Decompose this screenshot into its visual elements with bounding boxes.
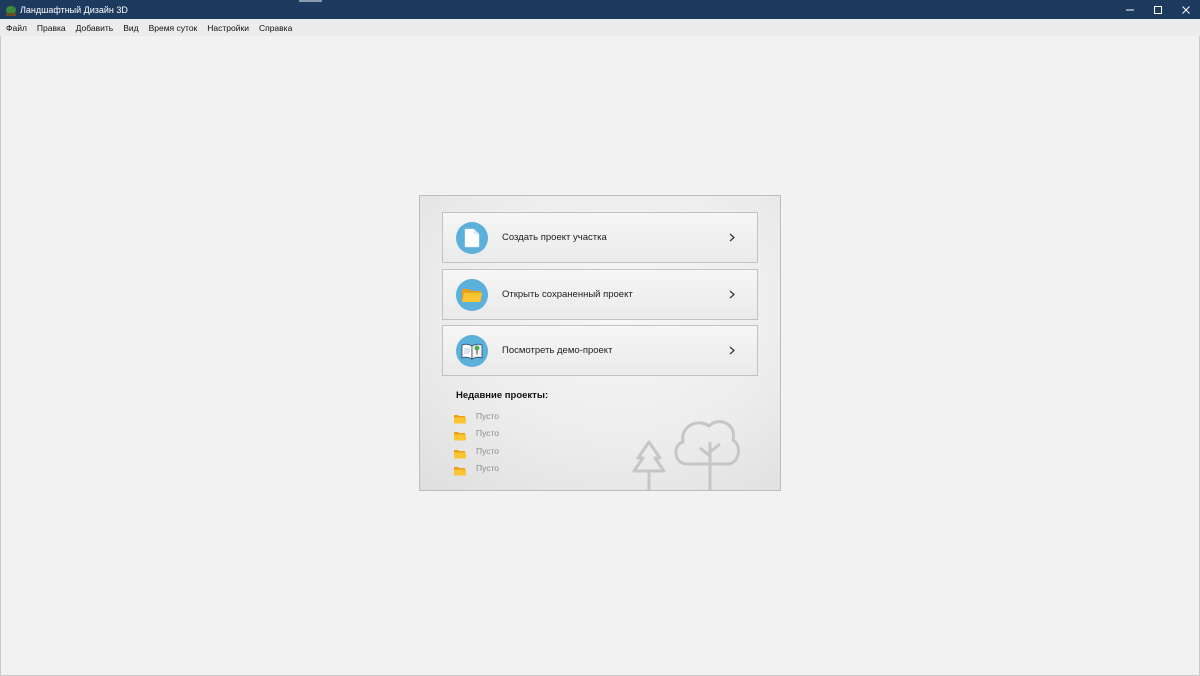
chevron-right-icon (727, 346, 737, 355)
menu-edit[interactable]: Правка (32, 19, 71, 36)
close-button[interactable] (1172, 0, 1200, 19)
open-project-button[interactable]: Открыть сохраненный проект (442, 269, 758, 320)
menu-file[interactable]: Файл (1, 19, 32, 36)
tree-app-icon (5, 4, 17, 16)
recent-project-item[interactable]: Пусто (454, 460, 499, 478)
folder-icon (454, 428, 466, 441)
recent-project-label: Пусто (476, 463, 500, 474)
decorative-trees-icon (632, 420, 741, 490)
window-top-indicator (299, 0, 322, 2)
folder-icon (456, 278, 488, 311)
folder-icon (454, 463, 466, 476)
create-project-label: Создать проект участка (502, 232, 607, 243)
recent-projects-list: Пусто Пусто Пусто Пусто (454, 407, 499, 477)
maximize-icon (1154, 5, 1162, 14)
maximize-button[interactable] (1144, 0, 1172, 19)
start-panel: Создать проект участка Открыть сохраненн… (419, 195, 781, 491)
recent-projects-title: Недавние проекты: (456, 390, 549, 401)
menu-view[interactable]: Вид (118, 19, 143, 36)
create-project-button[interactable]: Создать проект участка (442, 212, 758, 263)
menu-time-of-day[interactable]: Время суток (144, 19, 203, 36)
menu-help[interactable]: Справка (254, 19, 297, 36)
demo-book-icon (456, 334, 488, 367)
demo-project-button[interactable]: Посмотреть демо-проект (442, 325, 758, 376)
chevron-right-icon (727, 290, 737, 299)
demo-project-label: Посмотреть демо-проект (502, 345, 613, 356)
folder-icon (454, 411, 466, 424)
minimize-icon (1126, 9, 1134, 10)
open-project-label: Открыть сохраненный проект (502, 289, 633, 300)
folder-icon (454, 446, 466, 459)
recent-project-item[interactable]: Пусто (454, 425, 499, 443)
minimize-button[interactable] (1116, 0, 1144, 19)
recent-project-label: Пусто (476, 445, 500, 456)
recent-project-label: Пусто (476, 428, 500, 439)
menu-settings[interactable]: Настройки (202, 19, 254, 36)
recent-project-item[interactable]: Пусто (454, 407, 499, 425)
menu-add[interactable]: Добавить (71, 19, 119, 36)
chevron-right-icon (727, 233, 737, 242)
close-icon (1182, 5, 1190, 14)
menu-bar: Файл Правка Добавить Вид Время суток Нас… (0, 19, 1200, 36)
recent-project-item[interactable]: Пусто (454, 442, 499, 460)
new-document-icon (456, 221, 488, 254)
title-bar: Ландшафтный Дизайн 3D (0, 0, 1200, 19)
window-title: Ландшафтный Дизайн 3D (20, 4, 128, 15)
recent-project-label: Пусто (476, 410, 500, 421)
